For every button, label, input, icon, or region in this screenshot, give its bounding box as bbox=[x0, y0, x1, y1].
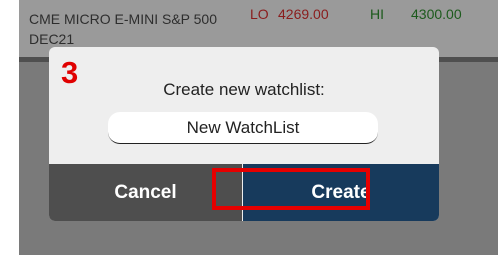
instrument-line2: DEC21 bbox=[29, 31, 75, 47]
create-button[interactable]: Create bbox=[243, 164, 439, 221]
watchlist-name-input[interactable] bbox=[108, 112, 378, 144]
instrument-line1: CME MICRO E-MINI S&P 500 bbox=[29, 11, 218, 27]
instrument-name: CME MICRO E-MINI S&P 500 DEC21 bbox=[29, 9, 229, 49]
lo-label: LO bbox=[250, 6, 269, 22]
dialog-button-row: Cancel Create bbox=[49, 164, 439, 221]
create-watchlist-dialog: 3 Create new watchlist: Cancel Create bbox=[49, 47, 439, 221]
dialog-title: Create new watchlist: bbox=[163, 80, 325, 99]
hi-value: 4300.00 bbox=[411, 6, 462, 22]
lo-value: 4269.00 bbox=[278, 6, 329, 22]
hi-label: HI bbox=[370, 6, 384, 22]
cancel-button[interactable]: Cancel bbox=[49, 164, 242, 221]
